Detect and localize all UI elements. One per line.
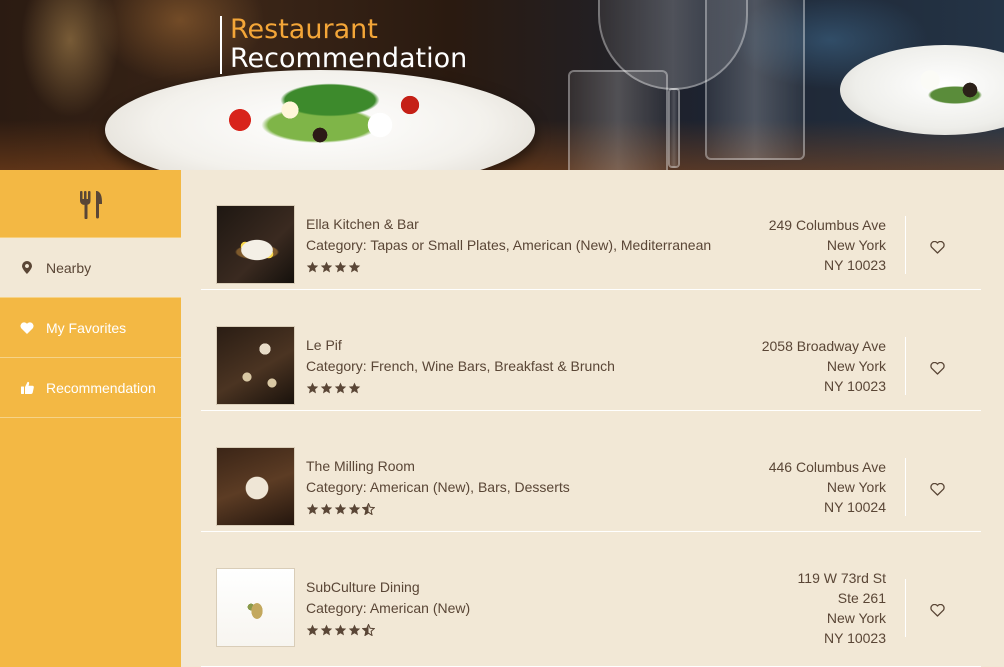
star-icon: [334, 624, 347, 636]
address-line: Ste 261: [837, 590, 886, 606]
list-item[interactable]: The Milling Room Category: American (New…: [201, 412, 981, 532]
rating-stars: [306, 261, 711, 273]
heart-icon: [20, 321, 34, 335]
address-line: New York: [826, 610, 886, 626]
address-line: New York: [826, 358, 886, 374]
star-icon: [306, 382, 319, 394]
star-icon: [348, 261, 361, 273]
list-item[interactable]: Ella Kitchen & Bar Category: Tapas or Sm…: [201, 170, 981, 290]
vertical-divider: [905, 458, 906, 516]
address-line: 446 Columbus Ave: [768, 459, 886, 475]
restaurant-info: Ella Kitchen & Bar Category: Tapas or Sm…: [306, 215, 711, 273]
restaurant-name[interactable]: Le Pif: [306, 336, 615, 354]
half-star-icon: [362, 503, 375, 515]
restaurant-category: Category: American (New), Bars, Desserts: [306, 479, 570, 495]
list-item[interactable]: SubCulture Dining Category: American (Ne…: [201, 533, 981, 667]
restaurant-name[interactable]: SubCulture Dining: [306, 578, 470, 596]
star-icon: [348, 503, 361, 515]
address-line: NY 10023: [823, 378, 886, 394]
address-line: New York: [826, 237, 886, 253]
address-line: 2058 Broadway Ave: [761, 338, 886, 354]
restaurant-name[interactable]: The Milling Room: [306, 457, 570, 475]
sidebar-item-label: Recommendation: [46, 379, 156, 396]
sidebar-item-recommendation[interactable]: Recommendation: [0, 358, 181, 418]
restaurant-info: SubCulture Dining Category: American (Ne…: [306, 578, 470, 636]
sidebar-logo: [0, 170, 181, 238]
star-icon: [348, 624, 361, 636]
star-icon: [320, 624, 333, 636]
favorite-heart-icon[interactable]: [929, 360, 945, 376]
restaurant-category: Category: French, Wine Bars, Breakfast &…: [306, 358, 615, 374]
restaurant-thumbnail[interactable]: [216, 568, 295, 647]
rating-stars: [306, 624, 470, 636]
star-icon: [320, 261, 333, 273]
star-icon: [306, 261, 319, 273]
banner-salad: [170, 80, 470, 160]
star-icon: [334, 261, 347, 273]
header-banner: Restaurant Recommendation: [0, 0, 1004, 170]
banner-food-right: [900, 60, 1004, 110]
half-star-icon: [362, 624, 375, 636]
address-line: NY 10024: [823, 499, 886, 515]
vertical-divider: [905, 579, 906, 637]
star-icon: [320, 503, 333, 515]
favorite-heart-icon[interactable]: [929, 481, 945, 497]
thumbs-up-icon: [20, 381, 34, 395]
vertical-divider: [905, 216, 906, 274]
sidebar-item-label: My Favorites: [46, 319, 127, 336]
address-line: 249 Columbus Ave: [768, 217, 886, 233]
star-icon: [306, 624, 319, 636]
restaurant-list: Ella Kitchen & Bar Category: Tapas or Sm…: [181, 170, 1004, 667]
star-icon: [306, 503, 319, 515]
restaurant-info: The Milling Room Category: American (New…: [306, 457, 570, 515]
restaurant-address: 119 W 73rd St Ste 261 New York NY 10023: [798, 568, 886, 648]
star-icon: [320, 382, 333, 394]
app-title-line2: Recommendation: [230, 43, 468, 74]
star-icon: [334, 503, 347, 515]
restaurant-name[interactable]: Ella Kitchen & Bar: [306, 215, 711, 233]
fork-knife-icon: [79, 190, 102, 219]
restaurant-thumbnail[interactable]: [216, 447, 295, 526]
favorite-heart-icon[interactable]: [929, 602, 945, 618]
address-line: New York: [826, 479, 886, 495]
restaurant-address: 446 Columbus Ave New York NY 10024: [769, 457, 886, 517]
restaurant-thumbnail[interactable]: [216, 205, 295, 284]
address-line: NY 10023: [823, 630, 886, 646]
restaurant-address: 249 Columbus Ave New York NY 10023: [769, 215, 886, 275]
restaurant-category: Category: American (New): [306, 600, 471, 616]
sidebar-item-nearby[interactable]: Nearby: [0, 238, 181, 298]
star-icon: [348, 382, 361, 394]
rating-stars: [306, 503, 570, 515]
sidebar: Nearby My Favorites Recommendation: [0, 170, 181, 667]
address-line: 119 W 73rd St: [797, 570, 886, 586]
vertical-divider: [905, 337, 906, 395]
banner-wine-glass-stem: [668, 88, 680, 168]
restaurant-category: Category: Tapas or Small Plates, America…: [306, 237, 712, 253]
restaurant-info: Le Pif Category: French, Wine Bars, Brea…: [306, 336, 615, 394]
restaurant-address: 2058 Broadway Ave New York NY 10023: [762, 336, 886, 396]
favorite-heart-icon[interactable]: [929, 239, 945, 255]
app-title: Restaurant Recommendation: [220, 16, 467, 74]
app-title-line1: Restaurant: [230, 14, 378, 45]
sidebar-item-my-favorites[interactable]: My Favorites: [0, 298, 181, 358]
star-icon: [334, 382, 347, 394]
sidebar-item-label: Nearby: [46, 259, 92, 276]
list-item[interactable]: Le Pif Category: French, Wine Bars, Brea…: [201, 291, 981, 411]
rating-stars: [306, 382, 615, 394]
restaurant-thumbnail[interactable]: [216, 326, 295, 405]
address-line: NY 10023: [823, 257, 886, 273]
map-pin-icon: [20, 261, 34, 275]
